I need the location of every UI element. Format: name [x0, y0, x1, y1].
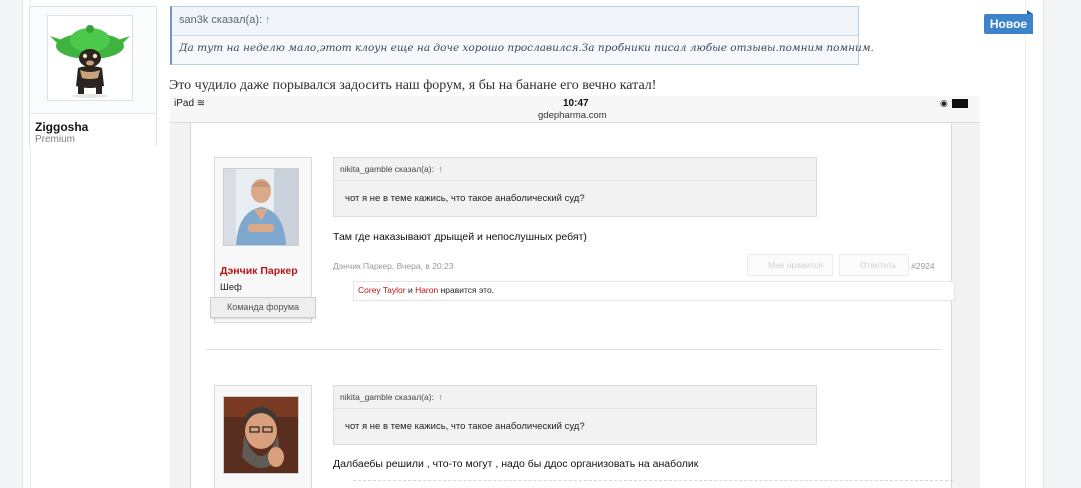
quote-header: san3k сказал(а): ↑ [172, 7, 858, 36]
ipad-time: 10:47 [563, 98, 589, 109]
user-title: Premium [35, 134, 76, 145]
inner-quote: nikita_gamble сказал(а): ↑ чот я не в те… [333, 385, 817, 445]
inner-quote: nikita_gamble сказал(а): ↑ чот я не в те… [333, 157, 817, 217]
inner-quote-arrow-icon[interactable]: ↑ [438, 392, 442, 402]
doctor-photo-icon [224, 169, 298, 245]
battery-icon: ◉ [940, 99, 968, 109]
forum-page: Дэнчик Паркер Шеф Команда форума nikita_… [190, 123, 955, 488]
new-badge: Новое [984, 14, 1033, 34]
ipad-status-bar: iPad ≋ 10:47 gdepharma.com ◉ [170, 96, 980, 123]
ipad-url: gdepharma.com [538, 110, 607, 121]
reply-button[interactable]: Ответить [839, 254, 909, 276]
quote-block: san3k сказал(а): ↑ Да тут на неделю мало,… [170, 6, 874, 65]
user-info: Ziggosha Premium [30, 113, 156, 146]
inner-quote-text: чот я не в теме кажись, что такое анабол… [345, 193, 585, 204]
dog-avatar-icon [48, 16, 132, 100]
post-number[interactable]: #2924 [911, 261, 935, 271]
quote-author: san3k сказал(а): ↑ [179, 14, 271, 26]
user-card: Ziggosha Premium [29, 6, 157, 146]
inner-quote-text: чот я не в теме кажись, что такое анабол… [345, 421, 585, 432]
like-user-link[interactable]: Corey Taylor [358, 285, 406, 295]
likes-bar: Corey Taylor и Haron нравится это. [353, 281, 955, 301]
embedded-screenshot: iPad ≋ 10:47 gdepharma.com ◉ Дэнчик Парк… [170, 96, 980, 488]
quote-text: Да тут на неделю мало,этот клоун еще на … [179, 42, 874, 54]
quote-jump-arrow-icon[interactable]: ↑ [265, 14, 271, 26]
inner-quote-author-label: nikita_gamble сказал(а): [340, 392, 434, 402]
user-photo [223, 168, 299, 246]
inner-quote-author: nikita_gamble сказал(а): ↑ [340, 164, 443, 174]
inner-quote-author: nikita_gamble сказал(а): ↑ [340, 392, 443, 402]
user-photo [223, 396, 299, 474]
post-divider [206, 349, 942, 350]
post-author-name[interactable]: Дэнчик Паркер [220, 265, 298, 277]
wifi-icon: ≋ [196, 98, 206, 109]
avatar[interactable] [47, 15, 133, 101]
like-button[interactable]: Мне нравится [747, 254, 833, 276]
post-meta: Дэнчик Паркер, Вчера, в 20:23 [333, 261, 454, 271]
likes-suffix: нравится это. [440, 285, 495, 295]
username[interactable]: Ziggosha [35, 120, 88, 134]
inner-quote-arrow-icon[interactable]: ↑ [438, 164, 442, 174]
inner-quote-author-label: nikita_gamble сказал(а): [340, 164, 434, 174]
inner-quote-divider [334, 180, 816, 181]
device-name: iPad [174, 98, 195, 109]
post-text: Далбаебы решили , что-то могут , надо бы… [333, 458, 699, 470]
man-photo-icon [224, 397, 298, 473]
quote-author-label: san3k сказал(а): [179, 14, 263, 26]
post-author-role: Шеф [220, 282, 242, 293]
like-user-link[interactable]: Haron [415, 285, 438, 295]
likes-and: и [407, 285, 413, 295]
likes-text: Corey Taylor и Haron нравится это. [358, 285, 494, 295]
new-badge-tail [1027, 10, 1033, 14]
post-text: Там где наказывают дрыщей и непослушных … [333, 231, 587, 243]
message-text: Это чудило даже порывался задосить наш ф… [169, 78, 657, 93]
post-separator [353, 480, 953, 482]
post-user-card: Дэнчик Паркер Шеф Команда форума [210, 157, 316, 323]
inner-quote-divider [334, 408, 816, 409]
team-badge: Команда форума [210, 297, 316, 318]
post-user-card [214, 385, 312, 488]
ipad-device-label: iPad ≋ [174, 98, 205, 109]
